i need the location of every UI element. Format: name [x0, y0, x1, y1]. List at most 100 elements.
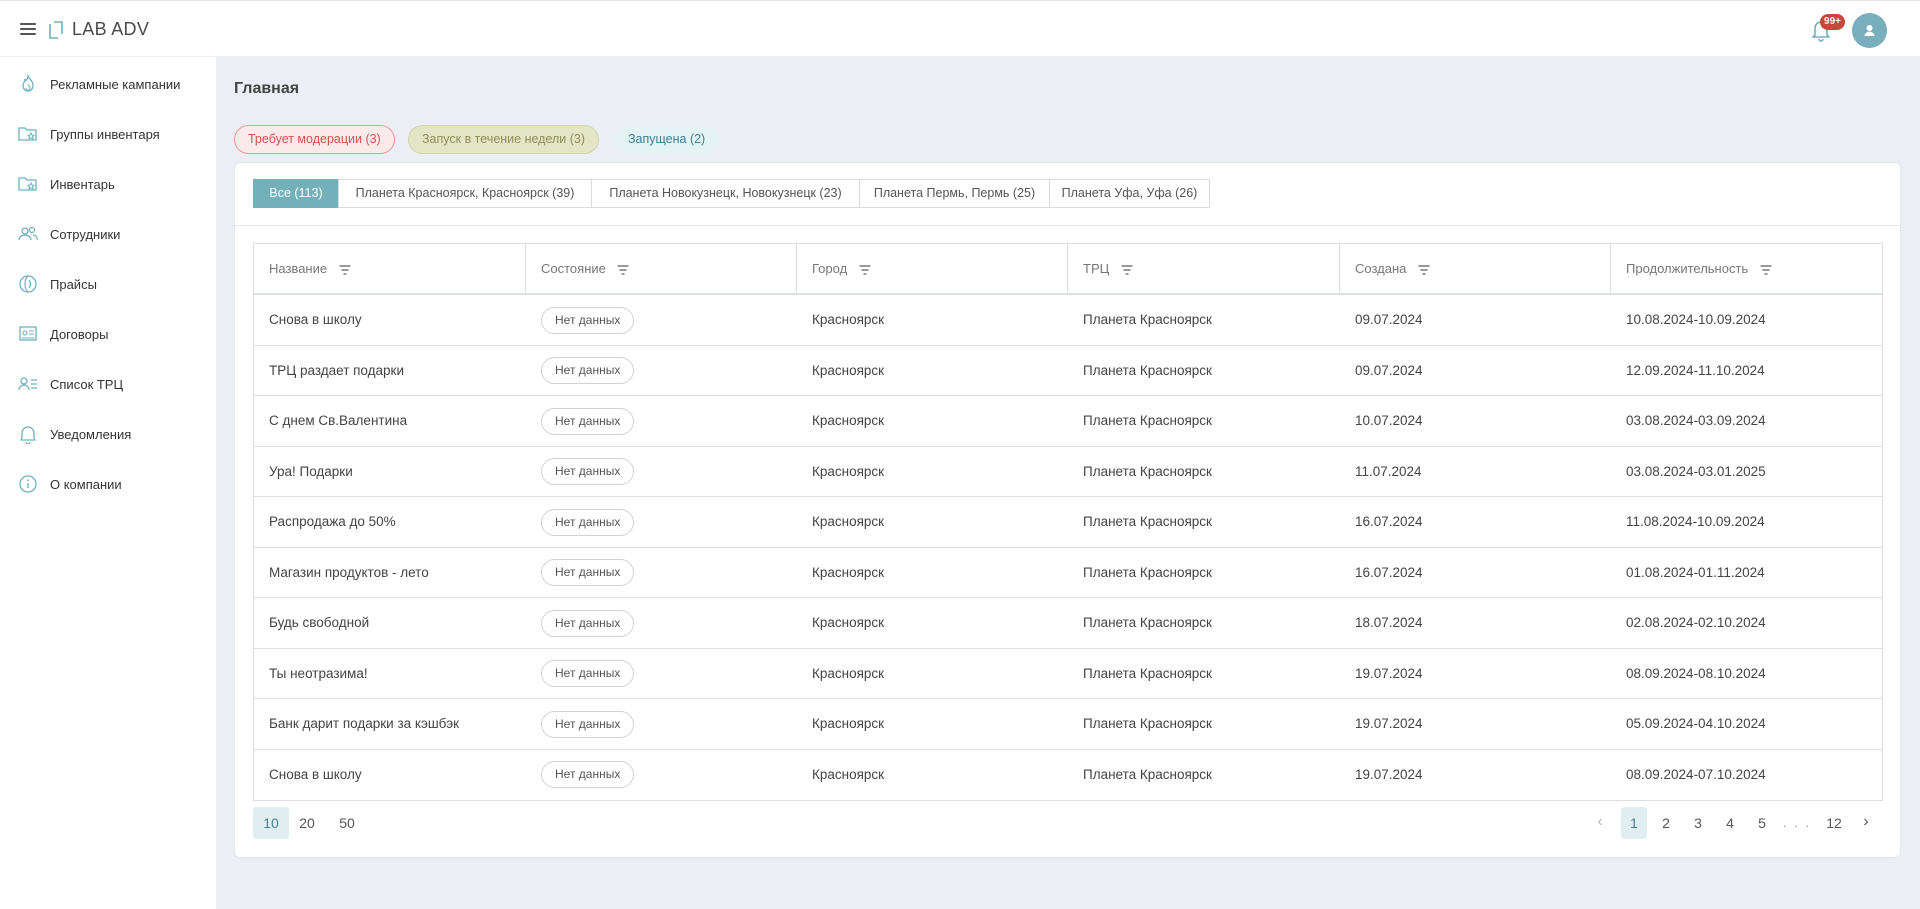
table-row[interactable]: Снова в школу Нет данных Красноярск План…: [254, 750, 1882, 801]
user-avatar[interactable]: [1852, 13, 1887, 48]
next-page-chevron-right-icon[interactable]: ›: [1856, 807, 1876, 839]
cell-name: Магазин продуктов - лето: [269, 564, 429, 580]
prev-page-chevron-left-icon[interactable]: ‹: [1590, 807, 1610, 839]
cell-mall: Планета Красноярск: [1083, 766, 1212, 782]
app-logo[interactable]: LAB ADV: [49, 19, 149, 40]
sidebar-item-mall-list[interactable]: Список ТРЦ: [0, 362, 216, 406]
cell-name: ТРЦ раздает подарки: [269, 362, 404, 378]
sidebar-item-about[interactable]: О компании: [0, 462, 216, 506]
cell-status: Нет данных: [526, 699, 635, 749]
sidebar-item-contracts[interactable]: Договоры: [0, 312, 216, 356]
sidebar-item-employees[interactable]: Сотрудники: [0, 212, 216, 256]
status-pill: Нет данных: [541, 357, 635, 385]
cell-mall: Планета Красноярск: [1083, 716, 1212, 731]
column-header-duration[interactable]: Продолжительность: [1611, 244, 1882, 293]
column-header-created[interactable]: Создана: [1340, 244, 1611, 293]
cell-mall: Планета Красноярск: [1083, 312, 1212, 327]
chip-launch-this-week[interactable]: Запуск в течение недели (3): [408, 125, 600, 154]
page-size-20[interactable]: 20: [289, 807, 325, 839]
sidebar-item-notifications[interactable]: Уведомления: [0, 412, 216, 456]
cell-duration: 08.09.2024-08.10.2024: [1626, 665, 1766, 681]
page-button-4[interactable]: 4: [1717, 807, 1743, 839]
sidebar-item-campaigns[interactable]: Рекламные кампании: [0, 62, 216, 106]
user-icon: [1864, 25, 1875, 36]
tab-ufa[interactable]: Планета Уфа, Уфа (26): [1049, 179, 1210, 208]
cell-duration: 03.08.2024-03.01.2025: [1626, 463, 1766, 479]
cell-mall: Планета Красноярск: [1083, 564, 1212, 580]
sidebar-item-label: Прайсы: [50, 276, 97, 292]
cell-created: 19.07.2024: [1355, 766, 1423, 782]
filter-icon[interactable]: [1418, 265, 1430, 275]
sidebar: Рекламные кампании Группы инвентаря Инве…: [0, 57, 216, 909]
table-row[interactable]: Банк дарит подарки за кэшбэк Нет данных …: [254, 699, 1882, 750]
cell-city: Красноярск: [812, 312, 885, 327]
tab-perm[interactable]: Планета Пермь, Пермь (25): [859, 179, 1050, 208]
status-pill: Нет данных: [541, 761, 635, 789]
cell-mall: Планета Красноярск: [1083, 514, 1212, 529]
filter-icon[interactable]: [339, 265, 351, 275]
notification-count-badge: 99+: [1820, 14, 1845, 30]
tab-all[interactable]: Все (113): [253, 179, 339, 208]
cell-city: Красноярск: [812, 615, 885, 630]
page-button-12[interactable]: 12: [1819, 807, 1849, 839]
tab-novokuznetsk[interactable]: Планета Новокузнецк, Новокузнецк (23): [591, 179, 860, 208]
chip-needs-moderation[interactable]: Требует модерации (3): [234, 125, 395, 154]
column-header-city[interactable]: Город: [797, 244, 1068, 293]
cell-status: Нет данных: [526, 447, 635, 497]
campaigns-card: Все (113) Планета Красноярск, Красноярск…: [234, 162, 1901, 858]
table-row[interactable]: С днем Св.Валентина Нет данных Красноярс…: [254, 396, 1882, 447]
sidebar-item-label: Договоры: [50, 326, 109, 342]
status-pill: Нет данных: [541, 660, 635, 688]
price-icon: [18, 274, 38, 294]
page-button-5[interactable]: 5: [1749, 807, 1775, 839]
column-label: Продолжительность: [1626, 261, 1749, 276]
cell-status: Нет данных: [526, 295, 635, 345]
cell-created: 10.07.2024: [1355, 413, 1423, 428]
table-row[interactable]: Магазин продуктов - лето Нет данных Крас…: [254, 548, 1882, 598]
cell-created: 16.07.2024: [1355, 514, 1423, 529]
column-header-mall[interactable]: ТРЦ: [1068, 244, 1340, 293]
cell-status: Нет данных: [526, 396, 635, 446]
cell-duration: 08.09.2024-07.10.2024: [1626, 766, 1766, 782]
column-header-name[interactable]: Название: [254, 244, 526, 293]
filter-icon[interactable]: [1760, 265, 1772, 275]
filter-icon[interactable]: [617, 265, 629, 275]
table-row[interactable]: Снова в школу Нет данных Красноярск План…: [254, 295, 1882, 346]
sidebar-item-prices[interactable]: Прайсы: [0, 262, 216, 306]
menu-icon[interactable]: [20, 22, 36, 36]
sidebar-item-inventory-groups[interactable]: Группы инвентаря: [0, 112, 216, 156]
table-row[interactable]: Будь свободной Нет данных Красноярск Пла…: [254, 598, 1882, 649]
logo-text: LAB ADV: [72, 19, 150, 39]
table-row[interactable]: Распродажа до 50% Нет данных Красноярск …: [254, 497, 1882, 548]
page-button-2[interactable]: 2: [1653, 807, 1679, 839]
contract-icon: [18, 324, 38, 344]
table-row[interactable]: Ура! Подарки Нет данных Красноярск Плане…: [254, 447, 1882, 497]
status-pill: Нет данных: [541, 508, 635, 536]
folder-star-icon: [18, 124, 38, 144]
status-pill: Нет данных: [541, 407, 635, 435]
page-size-50[interactable]: 50: [329, 807, 365, 839]
cell-duration: 03.08.2024-03.09.2024: [1626, 413, 1766, 428]
table-row[interactable]: ТРЦ раздает подарки Нет данных Красноярс…: [254, 346, 1882, 396]
sidebar-item-inventory[interactable]: Инвентарь: [0, 162, 216, 206]
cell-name: Распродажа до 50%: [269, 514, 396, 529]
filter-icon[interactable]: [859, 265, 871, 275]
cell-city: Красноярск: [812, 564, 885, 580]
cell-name: Банк дарит подарки за кэшбэк: [269, 716, 460, 731]
page-size-10[interactable]: 10: [253, 807, 289, 839]
tab-krasnoyarsk[interactable]: Планета Красноярск, Красноярск (39): [338, 179, 592, 208]
page-button-1[interactable]: 1: [1621, 807, 1647, 839]
table-row[interactable]: Ты неотразима! Нет данных Красноярск Пла…: [254, 649, 1882, 699]
tabs-divider: [235, 225, 1900, 226]
cell-name: Ура! Подарки: [269, 463, 353, 479]
cell-city: Красноярск: [812, 463, 885, 479]
cell-city: Красноярск: [812, 766, 885, 782]
column-header-status[interactable]: Состояние: [526, 244, 797, 293]
pagination-ellipsis: . . .: [1783, 815, 1812, 830]
page-button-3[interactable]: 3: [1685, 807, 1711, 839]
chip-launched[interactable]: Запущена (2): [614, 125, 720, 154]
column-label: Город: [812, 261, 848, 276]
sidebar-item-label: Группы инвентаря: [50, 126, 160, 142]
filter-icon[interactable]: [1121, 265, 1133, 275]
cell-created: 18.07.2024: [1355, 615, 1423, 630]
